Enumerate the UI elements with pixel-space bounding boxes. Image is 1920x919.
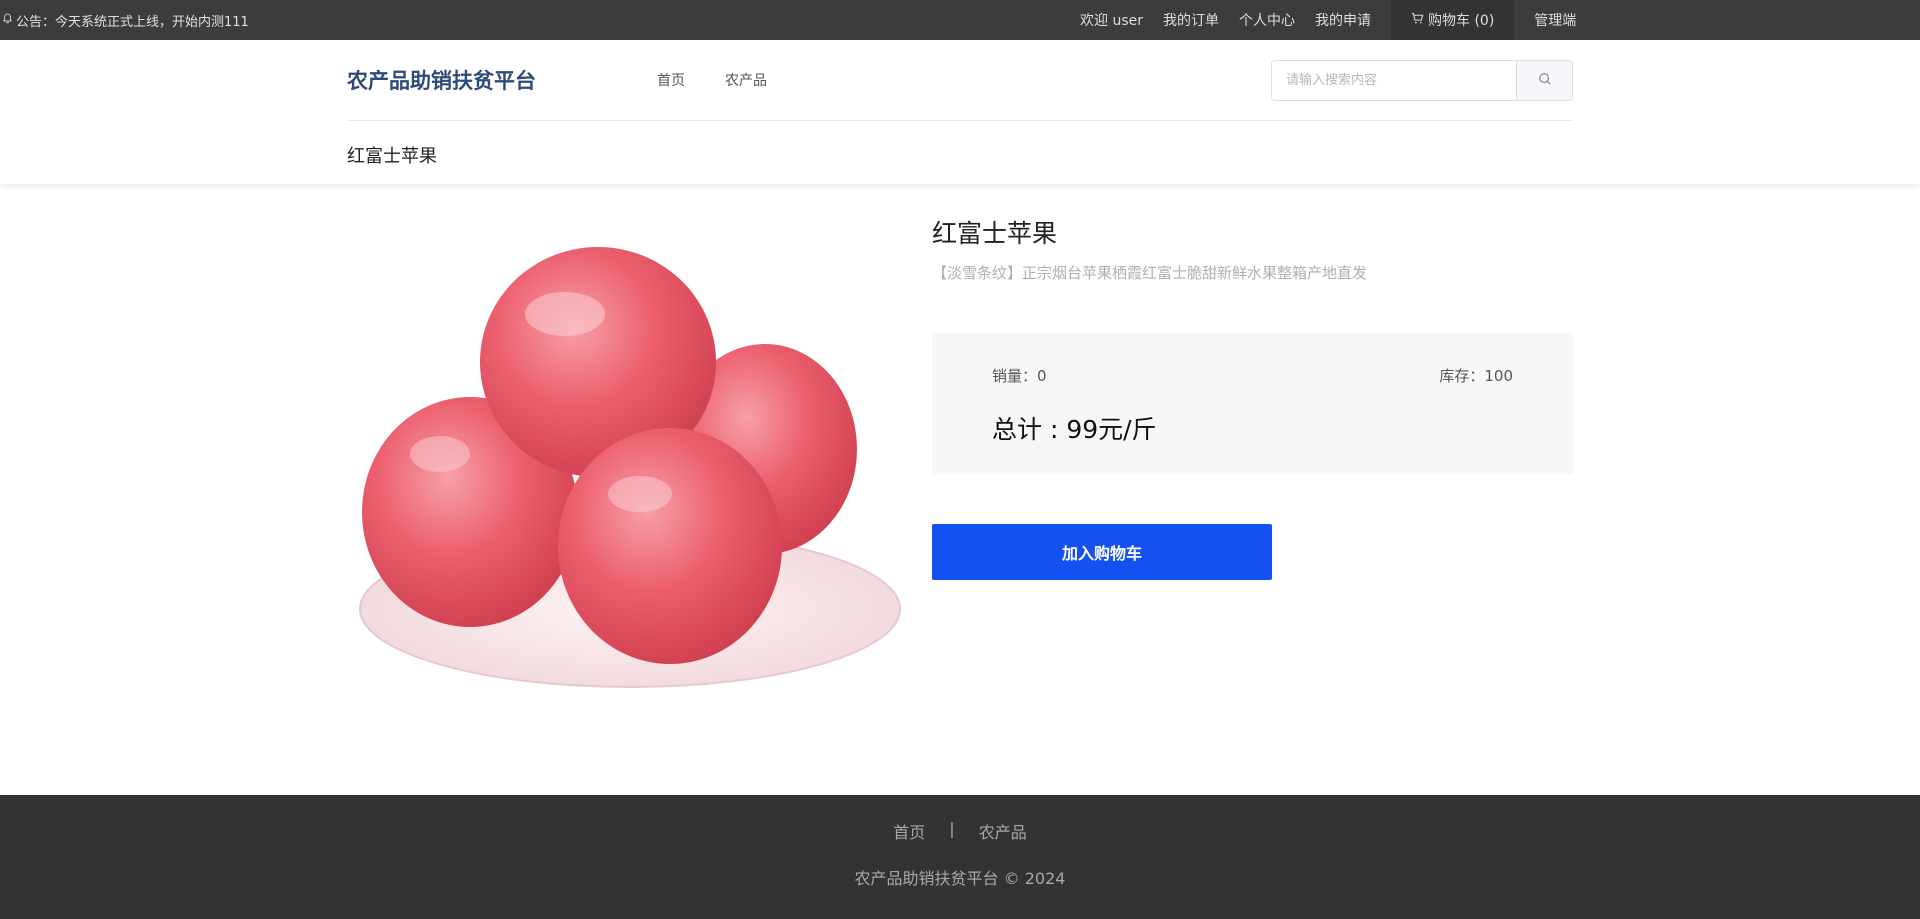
total-price: 总计 : 99元/斤 xyxy=(992,415,1157,444)
footer: 首页 | 农产品 农产品助销扶贫平台 © 2024 xyxy=(0,795,1920,919)
product-detail: 红富士苹果 【淡雪条纹】正宗烟台苹果栖霞红富士脆甜新鲜水果整箱产地直发 销量：0… xyxy=(347,184,1573,795)
personal-center-link[interactable]: 个人中心 xyxy=(1229,0,1305,40)
welcome-user: 欢迎 user xyxy=(1080,13,1143,29)
search-input[interactable] xyxy=(1272,60,1516,100)
product-stats-panel: 销量：0 库存：100 总计 : 99元/斤 xyxy=(932,333,1573,474)
footer-separator: | xyxy=(949,819,955,838)
sales-count: 销量：0 xyxy=(992,367,1047,385)
header: 农产品助销扶贫平台 首页 农产品 红富士苹果 xyxy=(0,40,1920,184)
main-nav: 首页 农产品 xyxy=(657,70,767,90)
my-orders-link[interactable]: 我的订单 xyxy=(1153,0,1229,40)
footer-products-link[interactable]: 农产品 xyxy=(979,819,1027,843)
admin-link[interactable]: 管理端 xyxy=(1514,0,1596,40)
my-applications-link[interactable]: 我的申请 xyxy=(1305,0,1381,40)
add-to-cart-button[interactable]: 加入购物车 xyxy=(932,524,1272,580)
product-subtitle: 【淡雪条纹】正宗烟台苹果栖霞红富士脆甜新鲜水果整箱产地直发 xyxy=(932,264,1368,282)
cart-link[interactable]: 购物车 (0) xyxy=(1391,0,1515,40)
top-bar: 公告：今天系统正式上线，开始内测111 欢迎 user 我的订单 个人中心 我的… xyxy=(0,0,1920,40)
product-info: 红富士苹果 【淡雪条纹】正宗烟台苹果栖霞红富士脆甜新鲜水果整箱产地直发 销量：0… xyxy=(932,214,1573,580)
search-bar xyxy=(1271,59,1573,101)
top-nav: 欢迎 user 我的订单 个人中心 我的申请 购物车 (0) 管理端 xyxy=(1080,0,1596,40)
nav-home[interactable]: 首页 xyxy=(657,70,685,90)
cart-icon xyxy=(1411,12,1424,29)
site-logo[interactable]: 农产品助销扶贫平台 xyxy=(347,65,657,95)
cart-label: 购物车 (0) xyxy=(1428,13,1495,29)
announcement: 公告：今天系统正式上线，开始内测111 xyxy=(0,11,249,30)
product-title: 红富士苹果 xyxy=(932,219,1058,248)
footer-links: 首页 | 农产品 xyxy=(0,795,1920,843)
announcement-text: 公告：今天系统正式上线，开始内测111 xyxy=(16,14,249,30)
bell-icon xyxy=(2,13,13,28)
breadcrumb: 红富士苹果 xyxy=(347,146,437,167)
product-image xyxy=(347,184,912,774)
stock-count: 库存：100 xyxy=(1439,367,1513,385)
footer-home-link[interactable]: 首页 xyxy=(893,819,925,843)
search-icon xyxy=(1538,72,1552,89)
copyright: 农产品助销扶贫平台 © 2024 xyxy=(854,869,1066,888)
search-button[interactable] xyxy=(1516,60,1572,100)
nav-products[interactable]: 农产品 xyxy=(725,70,767,90)
